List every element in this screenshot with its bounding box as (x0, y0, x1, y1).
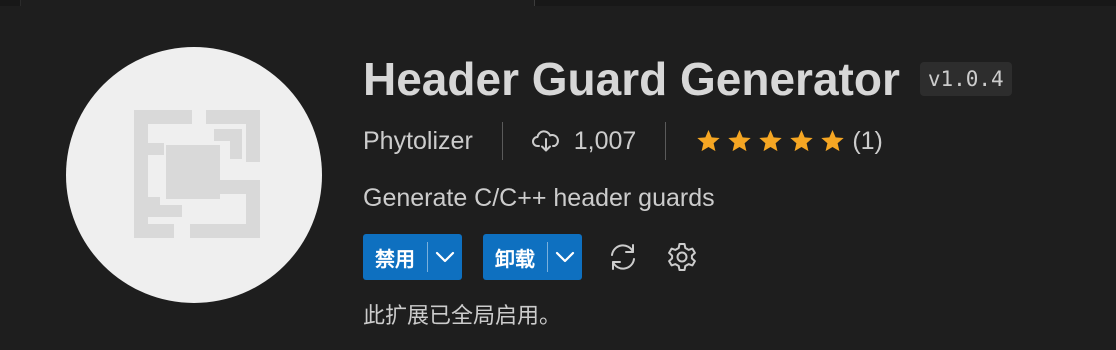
uninstall-button[interactable]: 卸载 (483, 234, 547, 280)
publisher-name[interactable]: Phytolizer (363, 127, 473, 156)
extension-name[interactable]: Header Guard Generator (363, 52, 900, 106)
metadata-divider (665, 122, 667, 160)
tab-strip (0, 0, 1116, 6)
uninstall-dropdown-button[interactable] (548, 234, 582, 280)
star-icon (697, 129, 720, 152)
disable-dropdown-button[interactable] (428, 234, 462, 280)
header-guard-logo-icon (134, 110, 260, 238)
extension-logo (66, 47, 322, 303)
star-icon (790, 129, 813, 152)
star-icon (821, 129, 844, 152)
sync-icon[interactable] (606, 240, 640, 274)
tab-fragment-left[interactable] (0, 0, 21, 6)
star-icon (759, 129, 782, 152)
install-count-value: 1,007 (573, 126, 637, 155)
cloud-download-icon (531, 130, 559, 152)
disable-split-button: 禁用 (363, 234, 462, 280)
uninstall-split-button: 卸载 (483, 234, 582, 280)
action-bar: 禁用 卸载 (363, 234, 1103, 280)
extension-details: Header Guard Generator v1.0.4 Phytolizer… (363, 48, 1103, 334)
extension-editor-header: Header Guard Generator v1.0.4 Phytolizer… (0, 0, 1116, 350)
enablement-status: 此扩展已全局启用。 (363, 304, 562, 329)
rating[interactable]: (1) (695, 127, 883, 156)
rating-count: (1) (852, 126, 883, 155)
title-row: Header Guard Generator v1.0.4 (363, 48, 1103, 110)
metadata-row: Phytolizer 1,007 (1) (363, 122, 1103, 160)
gear-icon[interactable] (665, 240, 699, 274)
chevron-down-icon (555, 251, 575, 263)
version-badge: v1.0.4 (919, 62, 1012, 96)
extension-description: Generate C/C++ header guards (363, 184, 715, 212)
disable-button[interactable]: 禁用 (363, 234, 427, 280)
tab-fragment-right[interactable] (535, 0, 1116, 6)
chevron-down-icon (435, 251, 455, 263)
rating-stars (695, 128, 850, 154)
metadata-divider (501, 122, 503, 160)
star-icon (728, 129, 751, 152)
install-count: 1,007 (531, 126, 637, 156)
